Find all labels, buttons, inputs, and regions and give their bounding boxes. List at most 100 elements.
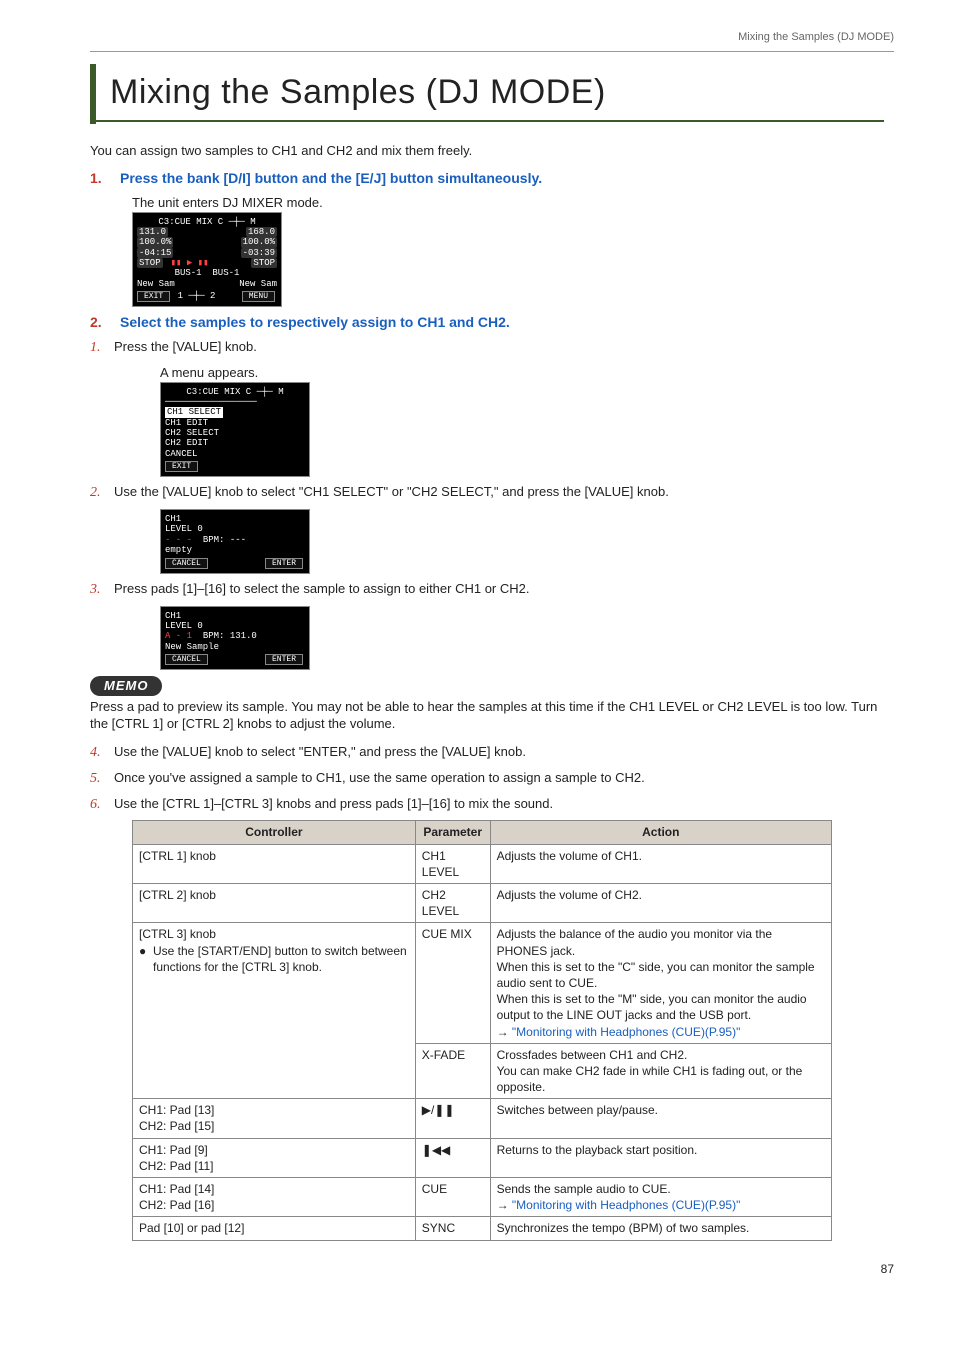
sub6-num: 6. <box>90 796 114 815</box>
scr4-l3b: BPM: 131.0 <box>203 631 257 641</box>
r3c3-link-row: → "Monitoring with Headphones (CUE)(P.95… <box>497 1024 825 1040</box>
scr3-l1: CH1 <box>165 514 305 524</box>
scr2-i5: CANCEL <box>165 449 305 459</box>
table-row: CH1: Pad [9] CH2: Pad [11] ❚◀◀ Returns t… <box>133 1138 832 1177</box>
scr3-l3b: BPM: --- <box>203 535 246 545</box>
scr1-l4b: STOP <box>251 258 277 268</box>
sub2-text: Use the [VALUE] knob to select "CH1 SELE… <box>114 483 669 501</box>
sub2-num: 2. <box>90 484 114 503</box>
scr4-enter: ENTER <box>265 654 303 665</box>
cell-r6c3: Returns to the playback start position. <box>490 1138 831 1177</box>
scr3-l3a: - - - <box>165 535 192 545</box>
memo-text: Press a pad to preview its sample. You m… <box>90 698 894 733</box>
scr2-blank: ───────────────── <box>165 397 305 407</box>
screenshot-3: CH1 LEVEL 0 - - - BPM: --- empty CANCELE… <box>160 509 310 574</box>
sub5-num: 5. <box>90 770 114 789</box>
sub4-num: 4. <box>90 744 114 763</box>
page-number: 87 <box>90 1261 894 1277</box>
scr4-l4: New Sample <box>165 642 305 652</box>
cell-r6c1: CH1: Pad [9] CH2: Pad [11] <box>133 1138 416 1177</box>
th-parameter: Parameter <box>415 821 490 844</box>
title-rule <box>96 120 884 122</box>
scr2-exit: EXIT <box>165 461 198 472</box>
th-controller: Controller <box>133 821 416 844</box>
r7c3-link-row: → "Monitoring with Headphones (CUE)(P.95… <box>497 1197 825 1213</box>
cell-r4c3: Crossfades between CH1 and CH2. You can … <box>490 1043 831 1099</box>
scr3-enter: ENTER <box>265 558 303 569</box>
cell-r7c2: CUE <box>415 1178 490 1217</box>
table-row: [CTRL 2] knob CH2 LEVEL Adjusts the volu… <box>133 884 832 923</box>
cell-r3c1: [CTRL 3] knob ● Use the [START/END] butt… <box>133 923 416 1099</box>
scr1-l1b: 168.0 <box>246 227 277 237</box>
r6c1-b: CH2: Pad [11] <box>139 1158 409 1174</box>
table-header-row: Controller Parameter Action <box>133 821 832 844</box>
scr2-i4: CH2 EDIT <box>165 438 305 448</box>
sub1-text: Press the [VALUE] knob. <box>114 338 257 356</box>
cell-r3c3: Adjusts the balance of the audio you mon… <box>490 923 831 1043</box>
substep-1: 1. Press the [VALUE] knob. <box>90 338 894 358</box>
r7c1-a: CH1: Pad [14] <box>139 1181 409 1197</box>
scr4-cancel: CANCEL <box>165 654 208 665</box>
sub3-num: 3. <box>90 581 114 600</box>
cell-r1c2: CH1 LEVEL <box>415 844 490 883</box>
scr1-l5b: BUS-1 <box>212 268 239 278</box>
step-2-number: 2. <box>90 313 120 332</box>
cell-r7c3: Sends the sample audio to CUE. → "Monito… <box>490 1178 831 1217</box>
scr1-l2a: 100.0% <box>137 237 173 247</box>
sub1-num: 1. <box>90 339 114 358</box>
r5c1-a: CH1: Pad [13] <box>139 1102 409 1118</box>
table-row: Pad [10] or pad [12] SYNC Synchronizes t… <box>133 1217 832 1240</box>
cell-r3c2: CUE MIX <box>415 923 490 1043</box>
r4c3-a: Crossfades between CH1 and CH2. <box>497 1047 825 1063</box>
top-rule <box>90 51 894 52</box>
cell-r2c3: Adjusts the volume of CH2. <box>490 884 831 923</box>
r5c1-b: CH2: Pad [15] <box>139 1118 409 1134</box>
memo-badge: MEMO <box>90 676 162 696</box>
intro-text: You can assign two samples to CH1 and CH… <box>90 142 894 160</box>
step-2: 2. Select the samples to respectively as… <box>90 313 894 332</box>
scr4-l1: CH1 <box>165 611 305 621</box>
r3c1-bullet: ● Use the [START/END] button to switch b… <box>139 943 409 975</box>
step-1: 1. Press the bank [D/I] button and the [… <box>90 169 894 188</box>
step-1-number: 1. <box>90 169 120 188</box>
scr1-bars: ▮▮ ▶ ▮▮ <box>171 258 209 268</box>
table-row: [CTRL 1] knob CH1 LEVEL Adjusts the volu… <box>133 844 832 883</box>
r3c1-main: [CTRL 3] knob <box>139 926 409 942</box>
step-2-text: Select the samples to respectively assig… <box>120 313 510 332</box>
r7c3-link[interactable]: "Monitoring with Headphones (CUE)(P.95)" <box>512 1198 740 1212</box>
scr4-l3a: A - 1 <box>165 631 192 641</box>
screenshot-1-wrap: C3:CUE MIX C ─┼─ M 131.0168.0 100.0%100.… <box>132 212 894 308</box>
cell-r2c2: CH2 LEVEL <box>415 884 490 923</box>
page-title: Mixing the Samples (DJ MODE) <box>110 70 884 116</box>
cell-r1c3: Adjusts the volume of CH1. <box>490 844 831 883</box>
sub3-text: Press pads [1]–[16] to select the sample… <box>114 580 530 598</box>
running-head: Mixing the Samples (DJ MODE) <box>90 30 894 45</box>
scr3-l2: LEVEL 0 <box>165 524 305 534</box>
table-row: [CTRL 3] knob ● Use the [START/END] butt… <box>133 923 832 1043</box>
scr1-l3b: -03:39 <box>241 248 277 258</box>
cell-r5c1: CH1: Pad [13] CH2: Pad [15] <box>133 1099 416 1138</box>
scr2-i3: CH2 SELECT <box>165 428 305 438</box>
r3c3-link[interactable]: "Monitoring with Headphones (CUE)(P.95)" <box>512 1025 740 1039</box>
cell-r1c1: [CTRL 1] knob <box>133 844 416 883</box>
cell-r2c1: [CTRL 2] knob <box>133 884 416 923</box>
r3c3-link-pre: → <box>497 1025 512 1039</box>
cell-r4c2: X-FADE <box>415 1043 490 1099</box>
r7c1-b: CH2: Pad [16] <box>139 1197 409 1213</box>
r4c3-b: You can make CH2 fade in while CH1 is fa… <box>497 1063 825 1095</box>
scr1-l6a: New Sam <box>137 279 175 289</box>
r3c3-b: When this is set to the "C" side, you ca… <box>497 959 825 991</box>
screenshot-3-wrap: CH1 LEVEL 0 - - - BPM: --- empty CANCELE… <box>160 509 894 574</box>
r3c3-a: Adjusts the balance of the audio you mon… <box>497 926 825 958</box>
bullet-icon: ● <box>139 943 153 975</box>
step-1-caption: The unit enters DJ MIXER mode. <box>132 194 894 212</box>
scr2-i1: CH1 SELECT <box>165 407 223 417</box>
scr1-menu: MENU <box>242 291 275 302</box>
title-block: Mixing the Samples (DJ MODE) <box>90 64 894 124</box>
scr2-i2: CH1 EDIT <box>165 418 305 428</box>
r6c1-a: CH1: Pad [9] <box>139 1142 409 1158</box>
scr1-l3a: -04:15 <box>137 248 173 258</box>
screenshot-4-wrap: CH1 LEVEL 0 A - 1 BPM: 131.0 New Sample … <box>160 606 894 671</box>
cell-r5c2: ▶/❚❚ <box>415 1099 490 1138</box>
scr3-l4: empty <box>165 545 305 555</box>
